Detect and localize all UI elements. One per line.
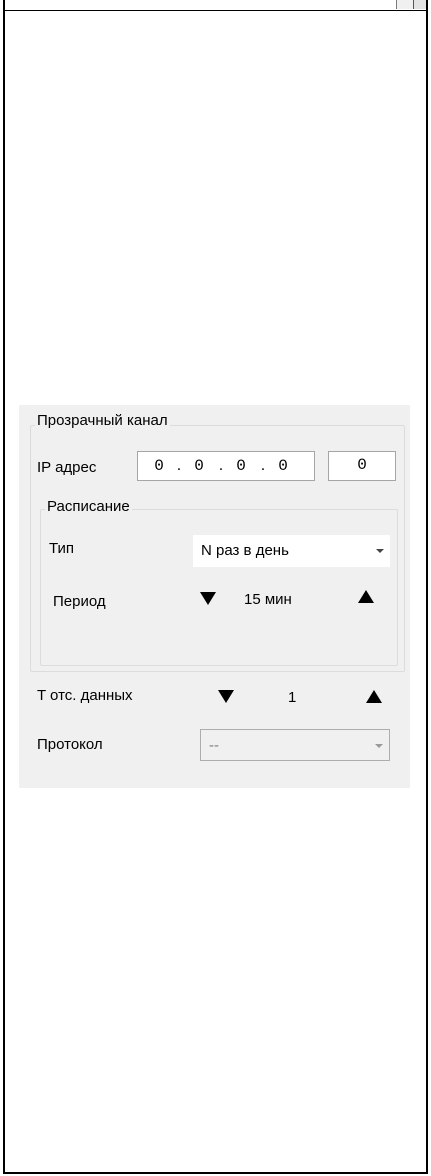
top-toolbar-strip: [3, 0, 428, 11]
transparent-channel-title: Прозрачный канал: [35, 412, 170, 430]
port-input[interactable]: 0: [328, 451, 396, 481]
data-timeout-value: 1: [288, 689, 297, 706]
ip-address-label: IP адрес: [37, 459, 97, 476]
schedule-title: Расписание: [45, 498, 132, 516]
schedule-type-select[interactable]: N раз в день: [193, 535, 390, 567]
scroll-corner-icon: [396, 0, 426, 9]
period-value: 15 мин: [244, 591, 292, 608]
data-timeout-decrease-icon[interactable]: [218, 690, 234, 703]
period-increase-icon[interactable]: [358, 590, 374, 603]
data-timeout-increase-icon[interactable]: [366, 690, 382, 703]
ip-dot-icon: .: [218, 457, 224, 474]
data-timeout-label: T отс. данных: [37, 687, 133, 704]
protocol-select[interactable]: --: [200, 729, 390, 761]
ip-octet-1[interactable]: 0: [144, 456, 174, 476]
period-decrease-icon[interactable]: [200, 592, 216, 605]
ip-dot-icon: .: [260, 457, 266, 474]
ip-octet-2[interactable]: 0: [184, 456, 214, 476]
chevron-down-icon[interactable]: [375, 744, 383, 748]
schedule-group: [40, 509, 398, 666]
schedule-type-label: Тип: [49, 540, 75, 557]
protocol-label: Протокол: [37, 736, 103, 753]
period-label: Период: [53, 593, 106, 610]
chevron-down-icon[interactable]: [376, 549, 384, 553]
protocol-value: --: [209, 737, 219, 754]
ip-address-input[interactable]: 0 . 0 . 0 . 0: [137, 451, 315, 481]
schedule-type-value: N раз в день: [201, 542, 289, 559]
ip-octet-4[interactable]: 0: [268, 456, 298, 476]
ip-octet-3[interactable]: 0: [226, 456, 256, 476]
ip-dot-icon: .: [176, 457, 182, 474]
